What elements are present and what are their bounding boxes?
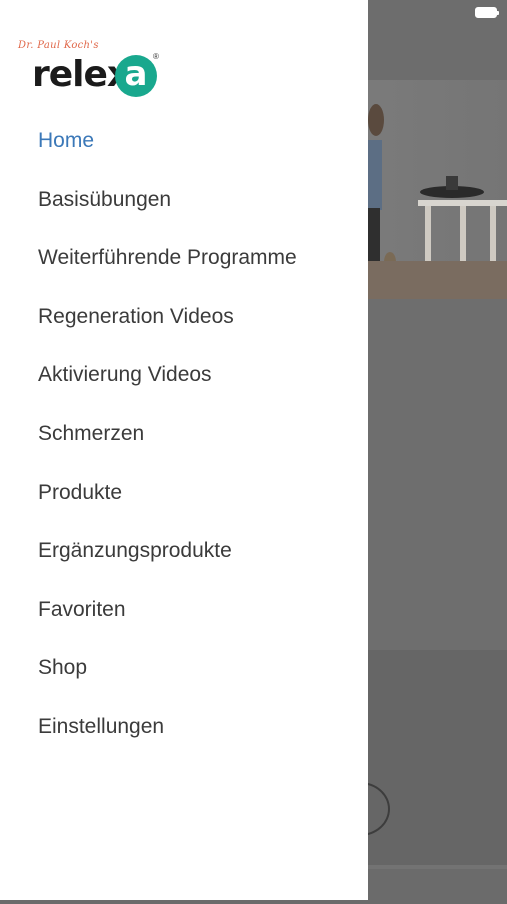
menu-item-weiterfuehrende-programme[interactable]: Weiterführende Programme — [0, 229, 368, 288]
menu-item-favoriten[interactable]: Favoriten — [0, 581, 368, 640]
navigation-drawer: Dr. Paul Koch's relex a ® Home Basisübun… — [0, 0, 368, 900]
menu-item-regeneration-videos[interactable]: Regeneration Videos — [0, 288, 368, 347]
drawer-menu: Home Basisübungen Weiterführende Program… — [0, 112, 368, 757]
menu-item-shop[interactable]: Shop — [0, 639, 368, 698]
menu-item-basisuebungen[interactable]: Basisübungen — [0, 171, 368, 230]
menu-item-home[interactable]: Home — [0, 112, 368, 171]
menu-item-produkte[interactable]: Produkte — [0, 464, 368, 523]
menu-item-schmerzen[interactable]: Schmerzen — [0, 405, 368, 464]
relexa-logo: Dr. Paul Koch's relex a ® — [18, 40, 168, 102]
battery-icon — [475, 7, 499, 18]
logo-badge: a — [115, 55, 157, 97]
menu-item-ergaenzungsprodukte[interactable]: Ergänzungsprodukte — [0, 522, 368, 581]
logo-tagline: Dr. Paul Koch's — [18, 40, 99, 51]
menu-item-aktivierung-videos[interactable]: Aktivierung Videos — [0, 346, 368, 405]
menu-item-einstellungen[interactable]: Einstellungen — [0, 698, 368, 757]
logo-registered-mark: ® — [153, 52, 159, 61]
